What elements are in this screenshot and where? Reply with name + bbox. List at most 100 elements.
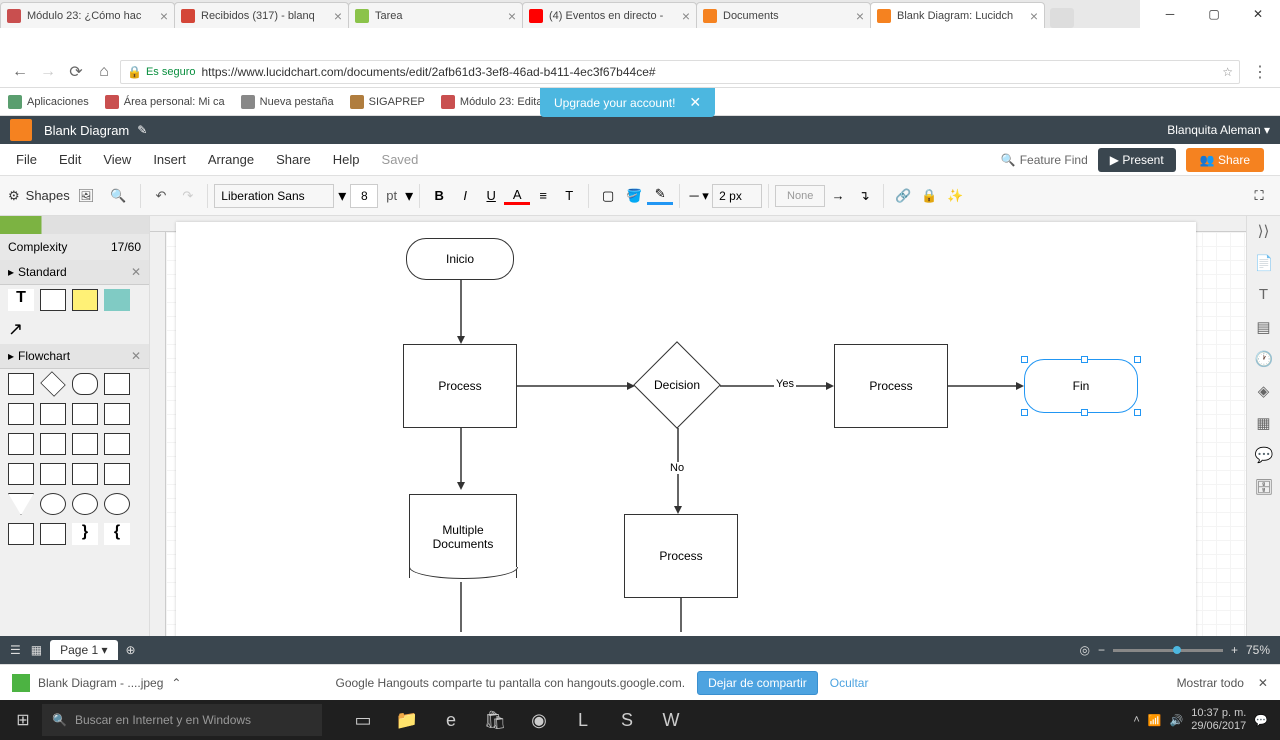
stroke-width[interactable]: 2 px — [712, 184, 762, 208]
label-no[interactable]: No — [668, 462, 686, 474]
align-button[interactable]: ≡ — [530, 188, 556, 203]
zoom-out-button[interactable]: − — [1098, 643, 1105, 657]
shape-process-3[interactable]: Process — [624, 514, 738, 598]
underline-button[interactable]: U — [478, 188, 504, 203]
feature-find-button[interactable]: 🔍 Feature Find — [1001, 153, 1088, 167]
text-shape[interactable]: T — [8, 289, 34, 311]
shape-note[interactable]: { — [104, 523, 130, 545]
upgrade-banner[interactable]: Upgrade your account! ✕ — [540, 88, 715, 117]
shape-multidoc[interactable]: Multiple Documents — [409, 494, 517, 578]
menu-help[interactable]: Help — [333, 152, 360, 167]
network-icon[interactable]: 📶 — [1148, 714, 1162, 727]
undo-button[interactable]: ↶ — [147, 184, 174, 208]
slides-icon[interactable]: ▤ — [1255, 318, 1273, 336]
label-yes[interactable]: Yes — [774, 378, 796, 390]
shape-data[interactable] — [8, 433, 34, 455]
shape-fill-button[interactable]: ▢ — [595, 188, 621, 204]
edge-icon[interactable]: e — [430, 700, 472, 740]
flowchart-section[interactable]: ▸ Flowchart✕ — [0, 344, 149, 369]
browser-tab[interactable]: Recibidos (317) - blanq× — [174, 2, 349, 28]
shape-stored[interactable] — [72, 463, 98, 485]
user-menu[interactable]: Blanquita Aleman ▾ — [1167, 123, 1270, 137]
present-button[interactable]: ▶ Present — [1098, 148, 1176, 172]
shape-summing[interactable] — [104, 493, 130, 515]
history-icon[interactable]: 🕐 — [1255, 350, 1273, 368]
tab-close-icon[interactable]: × — [334, 8, 342, 24]
document-title[interactable]: Blank Diagram — [44, 123, 129, 138]
outline-icon[interactable]: ☰ — [10, 643, 21, 657]
block-shape[interactable] — [104, 289, 130, 311]
rect-shape[interactable] — [40, 289, 66, 311]
master-icon[interactable]: ▦ — [1255, 414, 1273, 432]
bold-button[interactable]: B — [426, 188, 452, 203]
add-page-button[interactable]: ⊕ — [126, 643, 136, 657]
shape-terminator[interactable] — [72, 373, 98, 395]
rename-icon[interactable]: ✎ — [137, 123, 147, 137]
tray-chevron-icon[interactable]: ˄ — [1133, 714, 1139, 726]
tab-close-icon[interactable]: × — [856, 8, 864, 24]
close-banner-icon[interactable]: ✕ — [689, 94, 701, 111]
shape-extract[interactable] — [8, 493, 34, 515]
text-color-button[interactable]: A — [504, 187, 530, 205]
browser-tab[interactable]: (4) Eventos en directo -× — [522, 2, 697, 28]
forward-button[interactable]: → — [36, 60, 60, 84]
browser-menu-icon[interactable]: ⋮ — [1248, 62, 1272, 82]
menu-view[interactable]: View — [103, 152, 131, 167]
redo-button[interactable]: ↷ — [174, 184, 201, 208]
home-button[interactable]: ⌂ — [92, 60, 116, 84]
shape-decision[interactable] — [40, 371, 65, 396]
start-button[interactable]: ⊞ — [4, 700, 42, 740]
zoom-value[interactable]: 75% — [1246, 643, 1270, 657]
tab-close-icon[interactable]: × — [1030, 8, 1038, 24]
apps-button[interactable]: Aplicaciones — [8, 95, 89, 109]
collapse-rail-icon[interactable]: ⟩⟩ — [1255, 222, 1273, 240]
menu-insert[interactable]: Insert — [153, 152, 186, 167]
line-shape[interactable]: ↗ — [8, 319, 34, 340]
line-style-button[interactable]: ─ ▾ — [686, 188, 712, 204]
shape-connector[interactable] — [40, 493, 66, 515]
shape-offpage[interactable] — [40, 523, 66, 545]
clock[interactable]: 10:37 p. m.29/06/2017 — [1191, 707, 1246, 733]
canvas[interactable]: Inicio Process Decision Process Fin Proc… — [166, 232, 1246, 636]
store-icon[interactable]: 🛍 — [474, 700, 516, 740]
arrow-style-button[interactable]: → — [825, 188, 851, 203]
shape-db[interactable] — [40, 433, 66, 455]
browser-tab[interactable]: Tarea× — [348, 2, 523, 28]
close-section-icon[interactable]: ✕ — [131, 349, 141, 363]
taskview-icon[interactable]: ▭ — [342, 700, 384, 740]
url-input[interactable]: 🔒 Es seguro https://www.lucidchart.com/d… — [120, 60, 1240, 84]
system-tray[interactable]: ˄ 📶 🔊 10:37 p. m.29/06/2017 💬 — [1133, 707, 1276, 733]
text-style-button[interactable]: T — [556, 188, 582, 203]
maximize-button[interactable]: ▢ — [1192, 0, 1236, 28]
chevron-up-icon[interactable]: ⌃ — [171, 676, 181, 690]
data-icon[interactable]: 🗄 — [1255, 478, 1273, 496]
fill-color-button[interactable]: 🪣 — [621, 188, 647, 204]
font-select[interactable]: Liberation Sans — [214, 184, 334, 208]
tab-close-icon[interactable]: × — [160, 8, 168, 24]
border-color-button[interactable]: ✎ — [647, 186, 673, 205]
arrow-start[interactable]: None — [775, 185, 825, 207]
shape-paper[interactable] — [8, 463, 34, 485]
layers-icon[interactable]: ◈ — [1255, 382, 1273, 400]
lock-icon[interactable]: 🔒 — [916, 188, 942, 204]
shape-predef[interactable] — [104, 373, 130, 395]
page-icon[interactable]: 📄 — [1255, 254, 1273, 272]
share-button[interactable]: 👥 Share — [1186, 148, 1264, 172]
tab-close-icon[interactable]: × — [508, 8, 516, 24]
skype-icon[interactable]: S — [606, 700, 648, 740]
menu-edit[interactable]: Edit — [59, 152, 81, 167]
volume-icon[interactable]: 🔊 — [1170, 714, 1184, 727]
show-all-downloads[interactable]: Mostrar todo — [1177, 676, 1244, 690]
grid-icon[interactable]: ▦ — [31, 643, 42, 657]
back-button[interactable]: ← — [8, 60, 32, 84]
page-tab[interactable]: Page 1 ▾ — [50, 640, 117, 660]
minimize-button[interactable]: ─ — [1148, 0, 1192, 28]
shape-inicio[interactable]: Inicio — [406, 238, 514, 280]
search-icon[interactable]: 🔍 — [102, 184, 134, 208]
shape-doc[interactable] — [8, 403, 34, 425]
menu-file[interactable]: File — [16, 152, 37, 167]
browser-tab[interactable]: Documents× — [696, 2, 871, 28]
notifications-icon[interactable]: 💬 — [1254, 714, 1268, 727]
close-window-button[interactable]: ✕ — [1236, 0, 1280, 28]
close-section-icon[interactable]: ✕ — [131, 265, 141, 279]
